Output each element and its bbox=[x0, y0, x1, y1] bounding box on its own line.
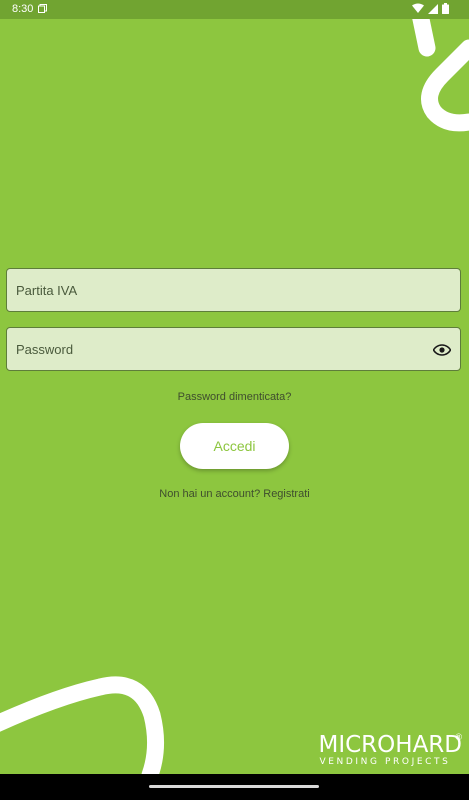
login-screen: 8:30 Partita IVA Password dimenticata? A… bbox=[0, 0, 469, 800]
battery-icon bbox=[442, 3, 449, 14]
signal-icon bbox=[428, 3, 438, 14]
brand-logo: MICROHARD ® VENDING PROJECTS bbox=[318, 732, 463, 767]
register-link[interactable]: Non hai un account? Registrati bbox=[0, 488, 469, 500]
brand-tagline: VENDING PROJECTS bbox=[319, 757, 451, 767]
brand-registered-mark: ® bbox=[455, 732, 462, 742]
status-icons bbox=[412, 3, 449, 14]
password-field-container bbox=[6, 327, 461, 371]
status-time: 8:30 bbox=[12, 3, 34, 15]
vat-input[interactable] bbox=[7, 269, 460, 311]
notification-icon bbox=[38, 4, 47, 13]
home-gesture-handle[interactable] bbox=[149, 785, 319, 788]
decorative-shape-bottom bbox=[0, 676, 164, 775]
forgot-password-link[interactable]: Password dimenticata? bbox=[0, 391, 469, 403]
eye-icon[interactable] bbox=[433, 343, 451, 357]
password-input[interactable] bbox=[7, 328, 460, 370]
decorative-shape-top bbox=[408, 0, 469, 132]
wifi-icon bbox=[412, 3, 424, 13]
vat-field-container bbox=[6, 268, 461, 312]
brand-name: MICROHARD bbox=[318, 732, 463, 758]
login-button[interactable]: Accedi bbox=[180, 423, 289, 469]
navigation-bar bbox=[0, 774, 469, 800]
status-bar: 8:30 bbox=[0, 0, 469, 19]
